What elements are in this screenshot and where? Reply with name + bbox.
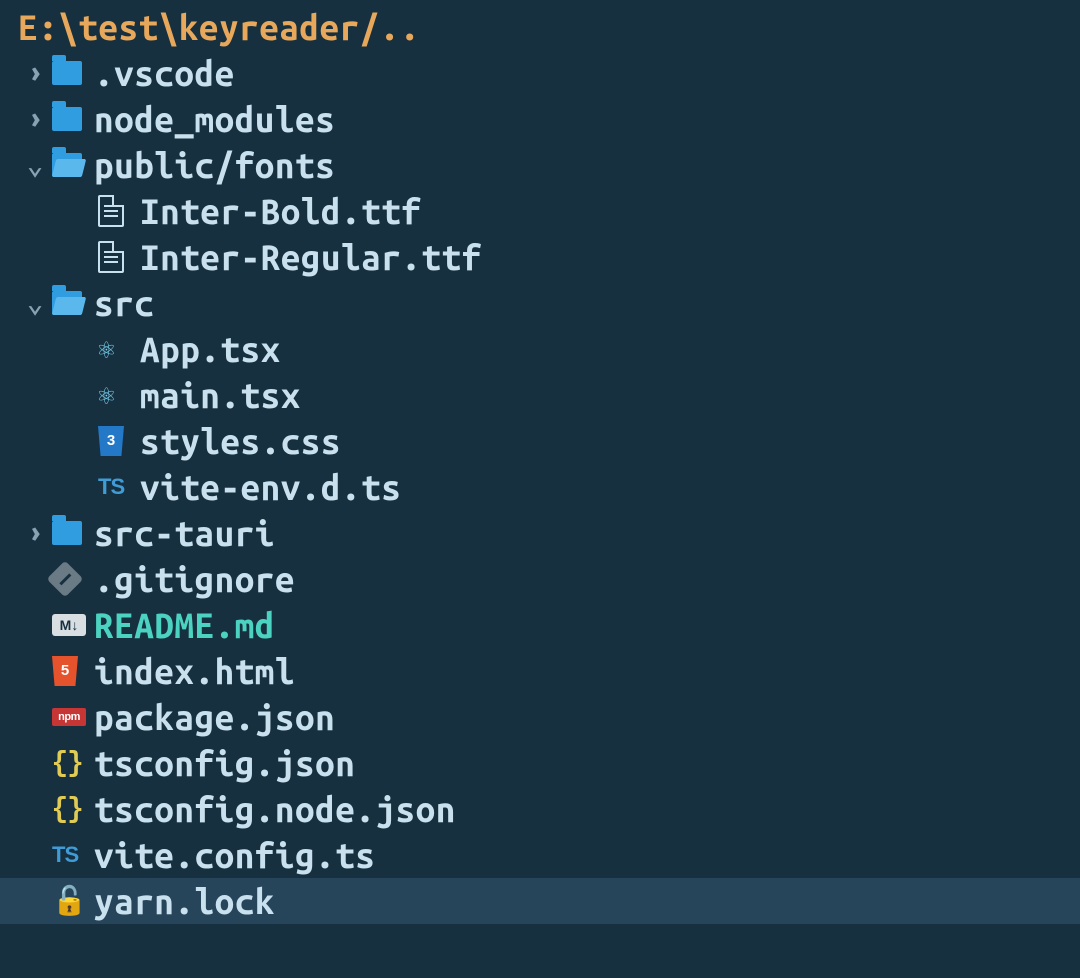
chevron-right-icon[interactable]: › xyxy=(18,96,52,142)
chevron-right-icon[interactable]: › xyxy=(18,50,52,96)
git-icon xyxy=(52,566,92,592)
tree-row[interactable]: › node_modules xyxy=(18,96,1062,142)
npm-icon: npm xyxy=(52,708,92,726)
root-path: E:\test\keyreader/.. xyxy=(18,0,1062,50)
folder-open-icon xyxy=(52,153,92,177)
chevron-down-icon[interactable]: ⌄ xyxy=(18,142,52,188)
tree-row-label: .gitignore xyxy=(92,556,295,602)
markdown-icon: M↓ xyxy=(52,614,92,636)
tree-row-label: main.tsx xyxy=(138,372,301,418)
react-icon: ⚛ xyxy=(98,326,138,372)
tree-row[interactable]: ·🔓yarn.lock xyxy=(0,878,1080,924)
tree-row-label: yarn.lock xyxy=(92,878,275,924)
tree-row-label: node_modules xyxy=(92,96,335,142)
tree-row[interactable]: · Inter-Bold.ttf xyxy=(18,188,1062,234)
chevron-placeholder: · xyxy=(18,832,52,878)
tree-row-label: package.json xyxy=(92,694,335,740)
chevron-placeholder: · xyxy=(18,326,52,372)
chevron-placeholder: · xyxy=(18,188,52,234)
tree-row[interactable]: ·5index.html xyxy=(18,648,1062,694)
file-icon xyxy=(98,195,138,227)
chevron-placeholder: · xyxy=(18,372,52,418)
tree-row[interactable]: ·TSvite.config.ts xyxy=(18,832,1062,878)
json-icon: {} xyxy=(52,786,92,832)
tree-row[interactable]: ·{}tsconfig.node.json xyxy=(18,786,1062,832)
tree-row-label: index.html xyxy=(92,648,295,694)
tree-row[interactable]: · ⚛App.tsx xyxy=(18,326,1062,372)
tree-row[interactable]: › .vscode xyxy=(18,50,1062,96)
tree-row-label: Inter-Bold.ttf xyxy=(138,188,421,234)
tree-row-label: styles.css xyxy=(138,418,341,464)
tree-row-label: public/fonts xyxy=(92,142,335,188)
tree-row-label: Inter-Regular.ttf xyxy=(138,234,482,280)
folder-closed-icon xyxy=(52,107,92,131)
chevron-placeholder: · xyxy=(18,740,52,786)
folder-closed-icon xyxy=(52,521,92,545)
folder-open-icon xyxy=(52,291,92,315)
tree-row-label: tsconfig.json xyxy=(92,740,355,786)
tree-row[interactable]: › src-tauri xyxy=(18,510,1062,556)
tree-row-label: vite.config.ts xyxy=(92,832,375,878)
tree-row[interactable]: ⌄ public/fonts xyxy=(18,142,1062,188)
tree-row-label: .vscode xyxy=(92,50,235,96)
tree-row-label: README.md xyxy=(92,602,275,648)
tree-row[interactable]: · Inter-Regular.ttf xyxy=(18,234,1062,280)
ts-icon: TS xyxy=(98,464,138,510)
tree-row[interactable]: ⌄ src xyxy=(18,280,1062,326)
chevron-placeholder: · xyxy=(18,694,52,740)
chevron-right-icon[interactable]: › xyxy=(18,510,52,556)
tree-row[interactable]: · 3styles.css xyxy=(18,418,1062,464)
tree-row-label: src xyxy=(92,280,154,326)
tree-row[interactable]: ·npmpackage.json xyxy=(18,694,1062,740)
html-icon: 5 xyxy=(52,656,92,686)
chevron-placeholder: · xyxy=(18,878,52,924)
tree-row-label: App.tsx xyxy=(138,326,281,372)
ts-icon: TS xyxy=(52,832,92,878)
file-tree: E:\test\keyreader/.. › .vscode › node_modul… xyxy=(0,0,1080,924)
tree-row[interactable]: · ⚛main.tsx xyxy=(18,372,1062,418)
chevron-placeholder: · xyxy=(18,786,52,832)
file-icon xyxy=(98,241,138,273)
chevron-placeholder: · xyxy=(18,234,52,280)
tree-row[interactable]: ·{}tsconfig.json xyxy=(18,740,1062,786)
folder-closed-icon xyxy=(52,61,92,85)
chevron-placeholder: · xyxy=(18,418,52,464)
tree-row[interactable]: · TSvite-env.d.ts xyxy=(18,464,1062,510)
tree-row-label: tsconfig.node.json xyxy=(92,786,456,832)
tree-row-label: src-tauri xyxy=(92,510,275,556)
css-icon: 3 xyxy=(98,426,138,456)
chevron-placeholder: · xyxy=(18,464,52,510)
tree-row[interactable]: ·.gitignore xyxy=(18,556,1062,602)
react-icon: ⚛ xyxy=(98,372,138,418)
chevron-down-icon[interactable]: ⌄ xyxy=(18,280,52,326)
chevron-placeholder: · xyxy=(18,602,52,648)
chevron-placeholder: · xyxy=(18,648,52,694)
json-icon: {} xyxy=(52,740,92,786)
tree-row-label: vite-env.d.ts xyxy=(138,464,401,510)
lock-icon: 🔓 xyxy=(52,878,92,924)
tree-row[interactable]: ·M↓README.md xyxy=(18,602,1062,648)
